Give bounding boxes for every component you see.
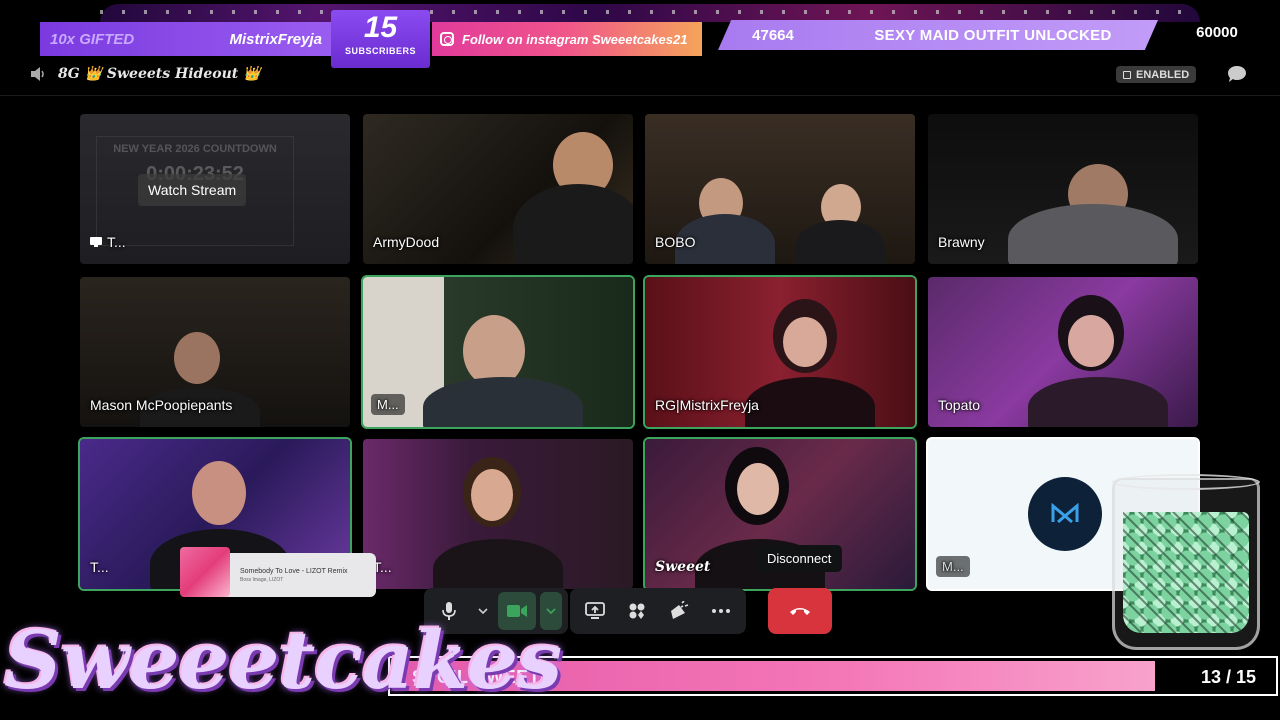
instagram-text: Follow on instagram Sweeetcakes21: [462, 31, 688, 47]
tile-topato[interactable]: Topato: [926, 275, 1200, 429]
header-divider: [0, 95, 1280, 96]
progress-count: 13 / 15: [1200, 667, 1256, 687]
screen-share-icon: [585, 602, 605, 619]
participant-head: [174, 332, 220, 384]
tile-bobo[interactable]: BOBO: [643, 112, 917, 266]
gifted-banner: 10x GIFTED MistrixFreyja: [40, 22, 332, 56]
goal-bar: 47664 SEXY MAID OUTFIT UNLOCKED: [718, 20, 1158, 50]
now-playing: Somebody To Love - LIZOT Remix Boss Imag…: [180, 547, 376, 597]
countdown-title: NEW YEAR 2026 COUNTDOWN: [113, 143, 277, 155]
participant-face: [783, 317, 827, 367]
channel-name: 8G 👑 Sweeets Hideout 👑: [58, 66, 261, 82]
tile-name: T...: [90, 234, 126, 250]
subscriber-label: SUBSCRIBERS: [344, 46, 416, 56]
avatar-logo-icon: [1051, 502, 1079, 524]
disconnect-button[interactable]: [768, 588, 832, 634]
tile-name: Mason McPoopiepants: [90, 397, 233, 413]
album-art: [180, 547, 230, 597]
disconnect-tooltip: Disconnect: [756, 545, 843, 572]
tile-t[interactable]: T...: [361, 437, 635, 591]
tile-name: Sweeet: [655, 559, 711, 575]
participant-body: [513, 184, 633, 264]
activity-controls: [570, 588, 746, 634]
participant-face: [471, 469, 513, 521]
jar-candies: [1123, 512, 1249, 633]
tile-mason[interactable]: Mason McPoopiepants: [78, 275, 352, 429]
tile-name: Topato: [938, 397, 981, 413]
soundboard-icon: [671, 601, 689, 619]
participant-body: [1008, 204, 1178, 264]
more-dots-icon: [712, 609, 730, 613]
instagram-icon: [440, 32, 454, 46]
tile-brawny[interactable]: Brawny: [926, 112, 1200, 266]
participant-body: [1028, 377, 1168, 427]
tile-name: M...: [371, 394, 405, 415]
hang-up-icon: [790, 608, 810, 615]
tile-name: BOBO: [655, 234, 696, 250]
subscriber-counter: 15 SUBSCRIBERS: [331, 10, 430, 68]
tile-armydood[interactable]: ArmyDood: [361, 112, 635, 266]
chat-icon[interactable]: [1227, 65, 1247, 83]
tile-name: ArmyDood: [373, 234, 440, 250]
tile-name: RG|MistrixFreyja: [655, 397, 759, 413]
gifted-count: 10x GIFTED: [50, 30, 135, 48]
instagram-banner: Follow on instagram Sweeetcakes21: [432, 22, 702, 56]
speaker-icon[interactable]: [30, 67, 46, 81]
participant-body: [745, 377, 875, 427]
goal-total: 60000: [1196, 24, 1238, 41]
participant-face: [737, 463, 779, 515]
candy-jar: [1112, 474, 1260, 650]
lock-icon: [1123, 70, 1131, 79]
enabled-label: ENABLED: [1136, 68, 1190, 81]
goal-text: SEXY MAID OUTFIT UNLOCKED: [874, 26, 1112, 44]
tile-m-speaking[interactable]: M...: [361, 275, 635, 429]
screen-share-button[interactable]: [576, 592, 614, 630]
activities-icon: [629, 603, 645, 619]
gifted-name: MistrixFreyja: [229, 30, 322, 48]
track-title: Somebody To Love - LIZOT Remix: [240, 567, 348, 575]
avatar: [1028, 477, 1102, 551]
top-lights-decoration: [100, 4, 1200, 22]
participant-face: [1068, 315, 1114, 367]
tile-mistrixfreyja[interactable]: RG|MistrixFreyja: [643, 275, 917, 429]
tile-label: T...: [107, 234, 126, 250]
tile-stream[interactable]: NEW YEAR 2026 COUNTDOWN 0:00:23:52 Watch…: [78, 112, 352, 266]
participant-body: [795, 220, 885, 264]
participant-body: [433, 539, 563, 589]
subscriber-count: 15: [363, 11, 398, 44]
track-artist: Boss Image, LIZOT: [240, 576, 284, 583]
tile-name: Brawny: [938, 234, 985, 250]
brand-logo: Sweeetcakes: [4, 613, 562, 707]
activities-button[interactable]: [618, 592, 656, 630]
participant-head: [192, 461, 246, 525]
soundboard-button[interactable]: [660, 592, 698, 630]
tile-name: T...: [90, 559, 109, 575]
enabled-badge[interactable]: ENABLED: [1116, 66, 1197, 83]
goal-current: 47664: [752, 26, 794, 44]
more-options-button[interactable]: [702, 592, 740, 630]
screen-share-icon: [90, 237, 102, 247]
tile-name: M...: [936, 556, 970, 577]
participant-body: [423, 377, 583, 427]
watch-stream-button[interactable]: Watch Stream: [138, 174, 247, 206]
